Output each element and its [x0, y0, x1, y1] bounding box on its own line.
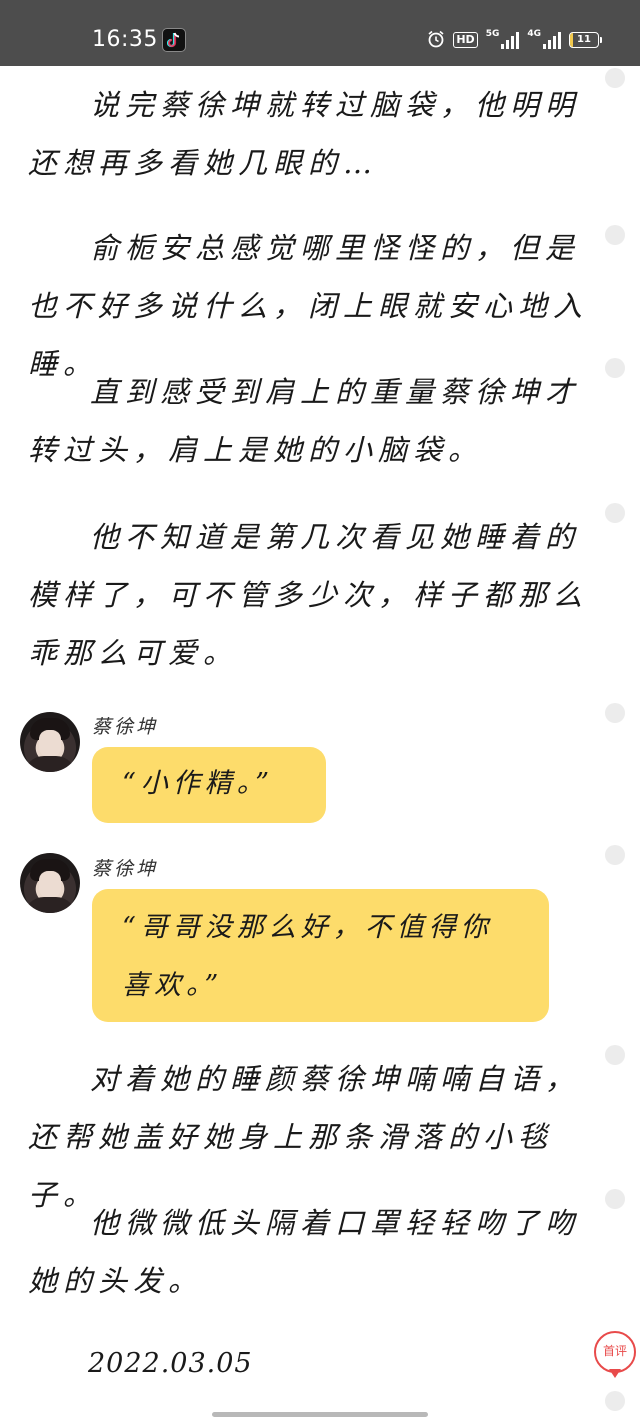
- status-indicators: HD 5G 4G 11: [427, 28, 602, 52]
- chat-speaker-name: 蔡徐坤: [92, 858, 159, 880]
- paragraph-comment-dot[interactable]: [605, 1045, 625, 1065]
- paragraph-comment-dot[interactable]: [605, 1391, 625, 1411]
- avatar[interactable]: [20, 853, 80, 913]
- first-comment-button[interactable]: 首评: [594, 1331, 636, 1373]
- avatar[interactable]: [20, 712, 80, 772]
- status-time: 16:35: [92, 27, 158, 52]
- first-comment-button-tail: [609, 1369, 621, 1378]
- article-paragraph: 他微微低头隔着口罩轻轻吻了吻她的头发。: [28, 1206, 581, 1298]
- paragraph-comment-dot[interactable]: [605, 68, 625, 88]
- paragraph-comment-dot[interactable]: [605, 358, 625, 378]
- avatar-face: [39, 730, 61, 758]
- paragraph-comment-dot[interactable]: [605, 845, 625, 865]
- network-label-4g: 4G: [527, 29, 541, 39]
- signal-strength-icon-2: [543, 31, 561, 49]
- signal-strength-icon: [501, 31, 520, 49]
- article-paragraph: 直到感受到肩上的重量蔡徐坤才转过头，肩上是她的小脑袋。: [28, 375, 581, 467]
- tiktok-icon: [162, 28, 186, 52]
- paragraph-comment-dot[interactable]: [605, 503, 625, 523]
- network-label-5g: 5G: [485, 29, 500, 39]
- article-paragraph: 说完蔡徐坤就转过脑袋，他明明还想再多看她几眼的…: [28, 88, 581, 180]
- article-date: 2022.03.05: [88, 1348, 253, 1379]
- battery-cap: [600, 37, 602, 43]
- battery-icon: 11: [569, 32, 599, 48]
- paragraph-comment-dot[interactable]: [605, 1189, 625, 1209]
- paragraph-comment-dot[interactable]: [605, 225, 625, 245]
- alarm-clock-icon: [427, 30, 445, 51]
- paragraph-comment-dot[interactable]: [605, 703, 625, 723]
- chat-speaker-name: 蔡徐坤: [92, 716, 159, 738]
- chat-bubble: “小作精。”: [92, 747, 326, 823]
- status-bar: 16:35 HD 5G 4G 11: [0, 0, 640, 66]
- avatar-shirt: [24, 756, 76, 772]
- battery-level: 11: [577, 34, 591, 45]
- chat-bubble: “哥哥没那么好，不值得你喜欢。”: [92, 889, 549, 1022]
- battery-fill: [570, 33, 574, 47]
- home-indicator[interactable]: [212, 1412, 428, 1417]
- hd-voice-badge: HD: [453, 32, 478, 48]
- avatar-face: [39, 871, 61, 899]
- article-paragraph: 他不知道是第几次看见她睡着的模样了，可不管多少次，样子都那么乖那么可爱。: [28, 520, 589, 670]
- avatar-shirt: [24, 897, 76, 913]
